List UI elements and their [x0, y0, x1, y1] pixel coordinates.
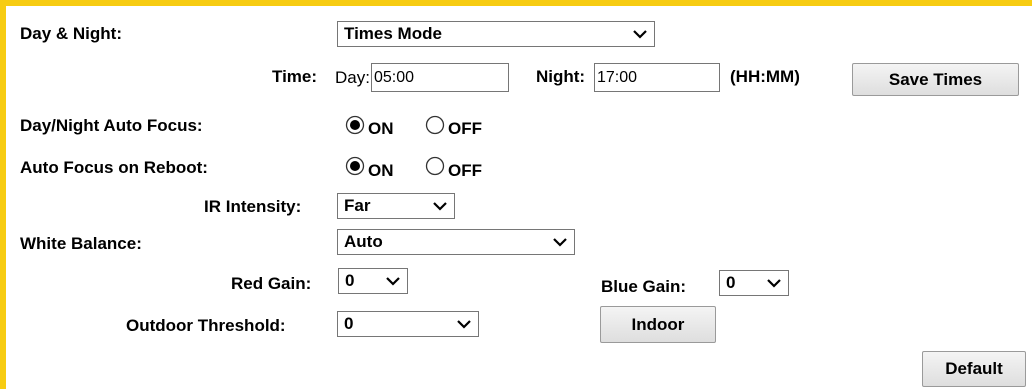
chevron-down-icon: [433, 202, 447, 211]
chevron-down-icon: [553, 238, 567, 247]
indoor-button[interactable]: Indoor: [600, 306, 716, 343]
day-label: Day:: [335, 68, 370, 87]
time-label: Time:: [272, 67, 318, 86]
auto-focus-off-radio[interactable]: [425, 115, 445, 135]
chevron-down-icon: [457, 320, 471, 329]
blue-gain-select[interactable]: 0: [719, 270, 789, 296]
night-label: Night:: [536, 67, 586, 86]
blue-gain-label: Blue Gain:: [601, 277, 687, 296]
red-gain-select[interactable]: 0: [338, 268, 408, 294]
outdoor-threshold-label: Outdoor Threshold:: [126, 316, 286, 335]
focus-reboot-on-label: ON: [368, 161, 394, 180]
red-gain-value: 0: [345, 271, 355, 290]
outdoor-threshold-value: 0: [344, 314, 354, 333]
ir-intensity-label: IR Intensity:: [204, 197, 302, 216]
auto-focus-on-label: ON: [368, 119, 394, 138]
time-format-hint: (HH:MM): [730, 67, 800, 86]
chevron-down-icon: [767, 279, 781, 288]
focus-reboot-on-radio[interactable]: [345, 156, 365, 176]
blue-gain-value: 0: [726, 273, 736, 292]
ir-intensity-select[interactable]: Far: [337, 193, 455, 219]
focus-reboot-off-radio[interactable]: [425, 156, 445, 176]
focus-reboot-off-label: OFF: [448, 161, 482, 180]
auto-focus-on-radio[interactable]: [345, 115, 365, 135]
red-gain-label: Red Gain:: [231, 274, 312, 293]
auto-focus-label: Day/Night Auto Focus:: [20, 116, 203, 135]
day-night-label: Day & Night:: [20, 24, 122, 43]
auto-focus-off-label: OFF: [448, 119, 482, 138]
focus-reboot-label: Auto Focus on Reboot:: [20, 158, 208, 177]
day-night-mode-select[interactable]: Times Mode: [337, 21, 655, 47]
frame-top-border: [0, 0, 1032, 6]
white-balance-label: White Balance:: [20, 234, 142, 253]
frame-left-border: [0, 0, 6, 389]
day-time-input[interactable]: 05:00: [371, 63, 509, 92]
white-balance-value: Auto: [344, 232, 383, 251]
save-times-button[interactable]: Save Times: [852, 63, 1019, 96]
chevron-down-icon: [633, 30, 647, 39]
ir-intensity-value: Far: [344, 196, 371, 215]
chevron-down-icon: [386, 277, 400, 286]
night-time-input[interactable]: 17:00: [594, 63, 720, 92]
default-button[interactable]: Default: [922, 351, 1026, 387]
white-balance-select[interactable]: Auto: [337, 229, 575, 255]
day-night-mode-value: Times Mode: [344, 24, 442, 43]
outdoor-threshold-select[interactable]: 0: [337, 311, 479, 337]
